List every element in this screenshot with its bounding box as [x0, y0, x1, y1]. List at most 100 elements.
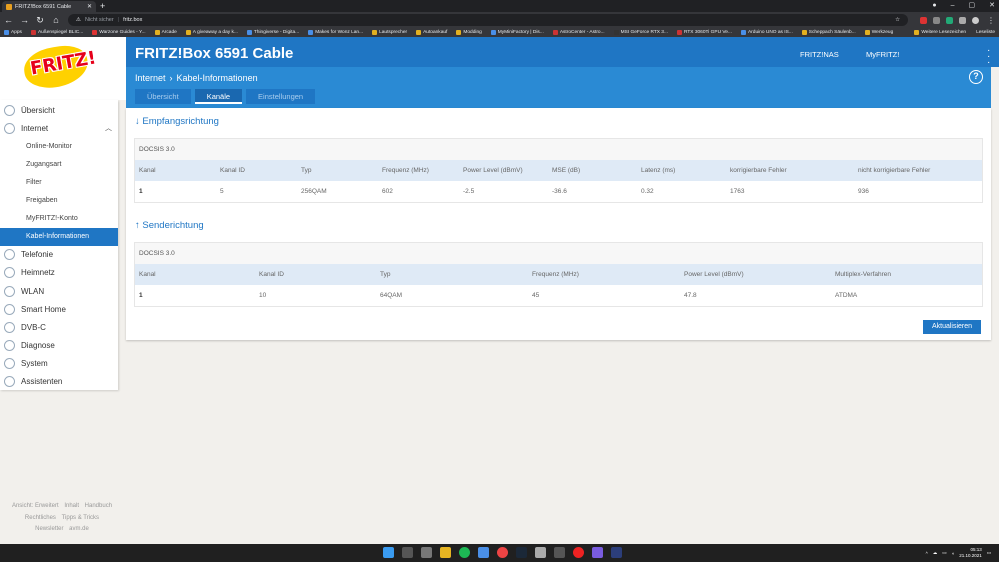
bookmark-item[interactable]: Arcade	[154, 30, 177, 35]
back-icon[interactable]: ←	[4, 15, 13, 25]
footer-view-link[interactable]: Ansicht: Erweitert	[12, 503, 59, 509]
sidebar-item-freigaben[interactable]: Freigaben	[0, 192, 118, 210]
profile-avatar-icon[interactable]	[972, 16, 979, 24]
page-menu-icon[interactable]: · · ·	[987, 46, 990, 68]
footer-legal-link[interactable]: Rechtliches	[25, 515, 56, 521]
extension-icon[interactable]	[946, 16, 953, 24]
sidebar-item-heimnetz[interactable]: Heimnetz	[0, 264, 118, 282]
tab-einstellungen[interactable]: Einstellungen	[246, 89, 316, 104]
sidebar-item-system[interactable]: System	[0, 354, 118, 372]
reload-icon[interactable]: ↻	[36, 15, 44, 26]
close-window-icon[interactable]: ✕	[989, 0, 995, 12]
extension-icon[interactable]	[933, 16, 940, 24]
sidebar-item-übersicht[interactable]: Übersicht	[0, 101, 118, 119]
sidebar-item-zugangsart[interactable]: Zugangsart	[0, 155, 118, 173]
browser-tab[interactable]: FRITZ!Box 6591 Cable ✕	[2, 1, 96, 12]
nav-fritznas[interactable]: FRITZ!NAS	[800, 50, 839, 59]
help-icon[interactable]: ?	[969, 70, 983, 84]
bookmark-icon	[613, 30, 619, 35]
file-explorer-icon[interactable]	[440, 547, 451, 558]
footer-avm-link[interactable]: avm.de	[69, 526, 89, 532]
cloud-icon[interactable]: ☁	[933, 550, 938, 556]
sidebar-item-telefonie[interactable]: Telefonie	[0, 246, 118, 264]
column-header: Frequenz (MHz)	[532, 271, 579, 278]
bookmark-item[interactable]: Lautsprecher	[372, 30, 407, 35]
maximize-icon[interactable]: ▢	[969, 0, 976, 12]
app-icon[interactable]	[478, 547, 489, 558]
task-view-icon[interactable]	[421, 547, 432, 558]
bookmark-item[interactable]: Makes for Wonz Lan...	[308, 30, 363, 35]
clock[interactable]: 05:13 21.10.2021	[959, 547, 982, 559]
home-icon[interactable]: ⌂	[52, 15, 60, 25]
bookmark-item[interactable]: MSI GeForce RTX 3...	[613, 30, 668, 35]
notification-icon[interactable]: ▭	[987, 550, 991, 556]
steam-icon[interactable]	[516, 547, 527, 558]
sidebar-item-assistenten[interactable]: Assistenten	[0, 373, 118, 391]
profile-icon[interactable]: ●	[932, 0, 936, 12]
refresh-button[interactable]: Aktualisieren	[923, 320, 981, 334]
sidebar: Übersicht Internet ︿ Online-Monitor Zugangsa…	[0, 100, 118, 390]
bookmark-item[interactable]: MyMiniFactory | Dis...	[490, 30, 544, 35]
sidebar-item-diagnose[interactable]: Diagnose	[0, 336, 118, 354]
tab-kanaele[interactable]: Kanäle	[194, 89, 243, 104]
bookmark-item[interactable]: Thingiverse - Digita...	[246, 30, 299, 35]
app-icon[interactable]	[592, 547, 603, 558]
sidebar-item-kabel-informationen[interactable]: Kabel-Informationen	[0, 227, 118, 246]
app-icon[interactable]	[554, 547, 565, 558]
footer-manual-link[interactable]: Handbuch	[85, 503, 112, 509]
sidebar-item-filter[interactable]: Filter	[0, 173, 118, 191]
sidebar-item-smart-home[interactable]: Smart Home	[0, 300, 118, 318]
extensions-puzzle-icon[interactable]	[959, 16, 966, 24]
breadcrumb-parent[interactable]: Internet	[135, 73, 166, 83]
close-tab-icon[interactable]: ✕	[87, 3, 92, 10]
bookmark-item[interactable]: Warzone Guides - Y...	[92, 30, 146, 35]
bookmark-item[interactable]: A giveaway a day k...	[185, 30, 238, 35]
bookmark-star-icon[interactable]: ☆	[895, 17, 900, 23]
footer-content-link[interactable]: Inhalt	[64, 503, 79, 509]
sidebar-item-label: MyFRITZ!-Konto	[26, 215, 78, 223]
nav-myfritz[interactable]: MyFRITZ!	[866, 50, 899, 59]
chevron-up-icon[interactable]: ^	[926, 551, 928, 556]
network-icon[interactable]: ▭	[942, 550, 946, 556]
more-bookmarks[interactable]: Weitere Lesezeichen	[914, 30, 966, 35]
bookmark-item[interactable]: AstroCenter - Astro...	[552, 30, 605, 35]
bookmark-item[interactable]: RTX 3060Ti GPU Ve...	[676, 30, 732, 35]
column-header: Latenz (ms)	[641, 167, 676, 174]
extension-icon[interactable]	[920, 16, 927, 24]
spotify-icon[interactable]	[459, 547, 470, 558]
sidebar-item-dvb-c[interactable]: DVB-C	[0, 318, 118, 336]
sidebar-item-internet[interactable]: Internet ︿	[0, 119, 118, 137]
tab-uebersicht[interactable]: Übersicht	[135, 89, 191, 104]
column-header: Power Level (dBmV)	[684, 271, 744, 278]
browser-menu-icon[interactable]: ⋮	[987, 16, 995, 25]
volume-icon[interactable]: ◖	[951, 551, 954, 556]
smart-home-icon	[4, 303, 15, 315]
chrome-icon[interactable]	[497, 547, 508, 558]
footer-tips-link[interactable]: Tipps & Tricks	[62, 515, 99, 521]
photoshop-icon[interactable]	[611, 547, 622, 558]
bookmark-item[interactable]: Werkzeug	[864, 30, 893, 35]
bookmark-item[interactable]: Modding	[456, 30, 482, 35]
bookmark-item[interactable]: Arduino UNO as IS...	[740, 30, 793, 35]
logo-area[interactable]: FRITZ!	[0, 37, 126, 100]
apps-bookmark[interactable]: Apps	[4, 30, 22, 35]
sidebar-item-myfritz-konto[interactable]: MyFRITZ!-Konto	[0, 210, 118, 228]
footer-newsletter-link[interactable]: Newsletter	[35, 526, 63, 532]
windows-start-icon[interactable]	[383, 547, 394, 558]
forward-icon[interactable]: →	[20, 15, 29, 25]
opera-icon[interactable]	[573, 547, 584, 558]
minimize-icon[interactable]: –	[951, 0, 955, 12]
sidebar-item-wlan[interactable]: WLAN	[0, 282, 118, 300]
bookmark-item[interactable]: Scheppach Säulenb...	[801, 30, 856, 35]
search-icon[interactable]	[402, 547, 413, 558]
apps-grid-icon	[4, 30, 9, 35]
app-icon[interactable]	[535, 547, 546, 558]
chevron-up-icon[interactable]: ︿	[105, 123, 112, 133]
sidebar-item-online-monitor[interactable]: Online-Monitor	[0, 137, 118, 155]
bookmark-item[interactable]: Autoankauf	[416, 30, 447, 35]
new-tab-button[interactable]: +	[100, 1, 105, 11]
bookmark-item[interactable]: Außenspiegel BLIC...	[30, 30, 83, 35]
bookmark-icon	[30, 30, 36, 35]
reading-list[interactable]: Leseliste	[976, 30, 995, 35]
address-bar[interactable]: ⚠ Nicht sicher | fritz.box ☆	[68, 14, 908, 26]
